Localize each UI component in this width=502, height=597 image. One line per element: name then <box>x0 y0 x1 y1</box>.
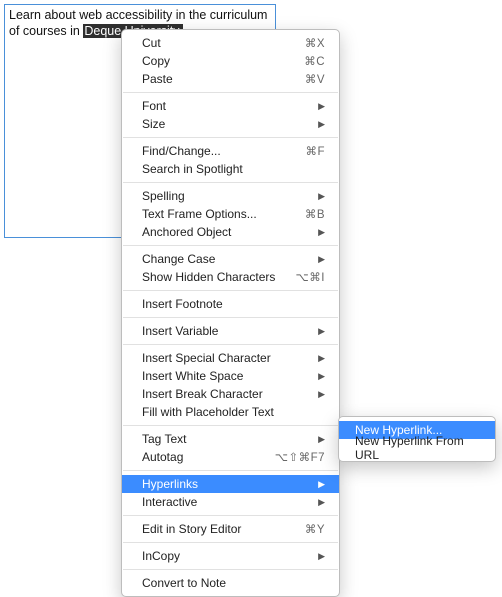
menu-label: Text Frame Options... <box>142 207 295 221</box>
chevron-right-icon: ▶ <box>318 371 325 382</box>
menu-item-change-case[interactable]: Change Case ▶ <box>122 250 339 268</box>
separator <box>123 92 338 93</box>
separator <box>123 470 338 471</box>
chevron-right-icon: ▶ <box>318 254 325 265</box>
menu-label: Autotag <box>142 450 265 464</box>
menu-shortcut: ⌘V <box>305 72 325 86</box>
menu-item-incopy[interactable]: InCopy ▶ <box>122 547 339 565</box>
separator <box>123 137 338 138</box>
menu-item-edit-story-editor[interactable]: Edit in Story Editor ⌘Y <box>122 520 339 538</box>
menu-item-show-hidden-characters[interactable]: Show Hidden Characters ⌥⌘I <box>122 268 339 286</box>
menu-item-paste[interactable]: Paste ⌘V <box>122 70 339 88</box>
menu-item-insert-special-character[interactable]: Insert Special Character ▶ <box>122 349 339 367</box>
menu-label: Copy <box>142 54 294 68</box>
menu-label: Search in Spotlight <box>142 162 325 176</box>
menu-shortcut: ⌘X <box>305 36 325 50</box>
chevron-right-icon: ▶ <box>318 101 325 112</box>
separator <box>123 182 338 183</box>
menu-item-insert-variable[interactable]: Insert Variable ▶ <box>122 322 339 340</box>
menu-label: Spelling <box>142 189 310 203</box>
menu-label: Insert Variable <box>142 324 310 338</box>
menu-label: Interactive <box>142 495 310 509</box>
menu-label: Insert Footnote <box>142 297 325 311</box>
menu-item-convert-to-note[interactable]: Convert to Note <box>122 574 339 592</box>
chevron-right-icon: ▶ <box>318 551 325 562</box>
menu-item-tag-text[interactable]: Tag Text ▶ <box>122 430 339 448</box>
menu-item-size[interactable]: Size ▶ <box>122 115 339 133</box>
menu-item-search-spotlight[interactable]: Search in Spotlight <box>122 160 339 178</box>
menu-item-find-change[interactable]: Find/Change... ⌘F <box>122 142 339 160</box>
menu-label: Find/Change... <box>142 144 295 158</box>
chevron-right-icon: ▶ <box>318 191 325 202</box>
menu-label: Font <box>142 99 310 113</box>
chevron-right-icon: ▶ <box>318 353 325 364</box>
menu-label: Insert Break Character <box>142 387 310 401</box>
chevron-right-icon: ▶ <box>318 434 325 445</box>
menu-shortcut: ⌘C <box>304 54 325 68</box>
menu-item-insert-white-space[interactable]: Insert White Space ▶ <box>122 367 339 385</box>
menu-label: Fill with Placeholder Text <box>142 405 325 419</box>
separator <box>123 317 338 318</box>
separator <box>123 542 338 543</box>
menu-label: Convert to Note <box>142 576 325 590</box>
menu-item-insert-footnote[interactable]: Insert Footnote <box>122 295 339 313</box>
menu-label: Edit in Story Editor <box>142 522 295 536</box>
separator <box>123 344 338 345</box>
menu-shortcut: ⌘B <box>305 207 325 221</box>
menu-label: Size <box>142 117 310 131</box>
menu-label: InCopy <box>142 549 310 563</box>
menu-item-fill-placeholder[interactable]: Fill with Placeholder Text <box>122 403 339 421</box>
separator <box>123 290 338 291</box>
menu-label: Insert White Space <box>142 369 310 383</box>
menu-item-hyperlinks[interactable]: Hyperlinks ▶ <box>122 475 339 493</box>
menu-label: Insert Special Character <box>142 351 310 365</box>
menu-shortcut: ⌥⌘I <box>296 270 325 284</box>
menu-item-copy[interactable]: Copy ⌘C <box>122 52 339 70</box>
separator <box>123 425 338 426</box>
submenu-item-new-hyperlink-from-url[interactable]: New Hyperlink From URL <box>339 439 495 457</box>
menu-label: Show Hidden Characters <box>142 270 286 284</box>
menu-label: Anchored Object <box>142 225 310 239</box>
chevron-right-icon: ▶ <box>318 389 325 400</box>
context-menu: Cut ⌘X Copy ⌘C Paste ⌘V Font ▶ Size ▶ Find/Change.… <box>121 29 340 597</box>
menu-item-text-frame-options[interactable]: Text Frame Options... ⌘B <box>122 205 339 223</box>
menu-shortcut: ⌘F <box>305 144 325 158</box>
separator <box>123 515 338 516</box>
menu-label: Tag Text <box>142 432 310 446</box>
menu-label: Hyperlinks <box>142 477 310 491</box>
chevron-right-icon: ▶ <box>318 227 325 238</box>
menu-item-insert-break-character[interactable]: Insert Break Character ▶ <box>122 385 339 403</box>
menu-item-autotag[interactable]: Autotag ⌥⇧⌘F7 <box>122 448 339 466</box>
menu-item-font[interactable]: Font ▶ <box>122 97 339 115</box>
menu-item-interactive[interactable]: Interactive ▶ <box>122 493 339 511</box>
chevron-right-icon: ▶ <box>318 119 325 130</box>
chevron-right-icon: ▶ <box>318 479 325 490</box>
chevron-right-icon: ▶ <box>318 326 325 337</box>
menu-label: Paste <box>142 72 295 86</box>
separator <box>123 245 338 246</box>
menu-item-spelling[interactable]: Spelling ▶ <box>122 187 339 205</box>
separator <box>123 569 338 570</box>
menu-item-cut[interactable]: Cut ⌘X <box>122 34 339 52</box>
menu-shortcut: ⌘Y <box>305 522 325 536</box>
hyperlinks-submenu: New Hyperlink...New Hyperlink From URL <box>338 416 496 462</box>
menu-item-anchored-object[interactable]: Anchored Object ▶ <box>122 223 339 241</box>
menu-shortcut: ⌥⇧⌘F7 <box>275 450 325 464</box>
menu-label: Cut <box>142 36 295 50</box>
menu-label: New Hyperlink From URL <box>355 434 481 462</box>
menu-label: Change Case <box>142 252 310 266</box>
chevron-right-icon: ▶ <box>318 497 325 508</box>
